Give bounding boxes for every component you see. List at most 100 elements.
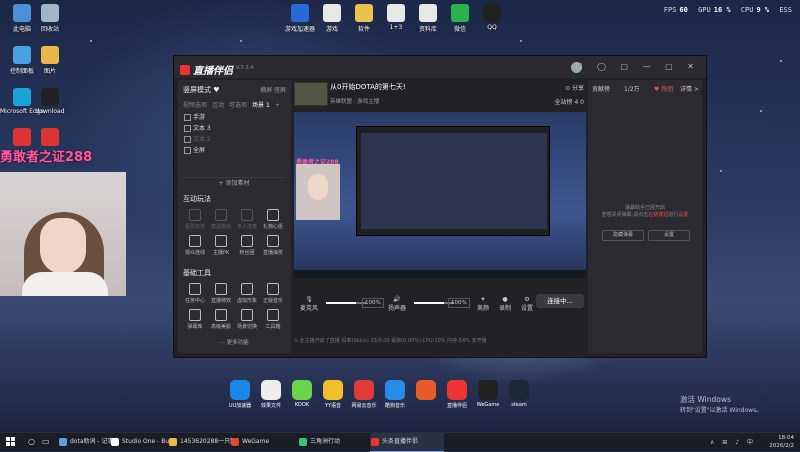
dock-item-4[interactable]: 网易云音乐 <box>349 380 379 409</box>
top-icon-6[interactable]: QQ <box>470 4 514 31</box>
scene-tab-0[interactable]: 视频选项 <box>183 102 207 109</box>
interactive-item-6[interactable]: 粉丝团 <box>234 232 260 258</box>
tool-item-3-icon <box>267 283 279 295</box>
speaker-label: 扬声器 <box>387 305 406 312</box>
logo-mark-icon <box>180 65 190 75</box>
desktop-icon-3[interactable]: 图片 <box>28 46 72 75</box>
tab-fans[interactable]: ♥ 粉团 <box>654 84 673 93</box>
dock-item-8[interactable]: WeGame <box>473 380 503 408</box>
interactive-item-5-icon <box>215 235 227 247</box>
stream-preview[interactable]: 勇敢者之证288 <box>294 112 586 278</box>
source-item[interactable]: 文本 3 <box>183 123 283 134</box>
top-icon-3-icon <box>387 4 405 22</box>
search-icon[interactable]: ○ <box>28 437 35 446</box>
start-live-button[interactable]: 连接中... <box>536 294 584 308</box>
star-1 <box>520 40 522 42</box>
tab-contribution[interactable]: 贡献榜 <box>592 84 610 93</box>
dock-item-0[interactable]: UU加速器 <box>225 380 255 409</box>
activate-subtitle: 转到"设置"以激活 Windows。 <box>680 407 763 414</box>
scene-tab-1[interactable]: 互动 <box>212 102 224 109</box>
dock-item-label: steam <box>511 402 527 408</box>
clock[interactable]: 18:04 2026/2/2 <box>769 434 794 450</box>
dock-item-3[interactable]: YY语音 <box>318 380 348 409</box>
taskbar-app-3[interactable]: WeGame <box>230 433 306 451</box>
taskbar-app-4[interactable]: 三角洲行动 <box>298 433 378 451</box>
source-item[interactable]: 文本 2 <box>183 134 283 145</box>
task-view-icon[interactable]: ▭ <box>42 437 50 446</box>
desktop-icon-1[interactable]: 回收站 <box>28 4 72 33</box>
top-icon-0-icon <box>291 4 309 22</box>
interactive-item-4[interactable]: 观众连线 <box>182 232 208 258</box>
system-tray-icons[interactable]: ∧ ⊞ ♪ 中 <box>710 437 756 446</box>
orientation-toggle[interactable]: 横屏 竖屏 <box>260 85 286 94</box>
tab-audience[interactable]: 1/2万 <box>624 84 640 93</box>
taskbar-app-2[interactable]: 1453620288一只解... <box>168 433 238 451</box>
tool-item-3[interactable]: 正版音乐 <box>260 280 286 306</box>
tool-item-5[interactable]: 高级美颜 <box>208 306 234 332</box>
taskbar-app-0[interactable]: dota助词 - 记事本 <box>58 433 118 451</box>
empty-link-2[interactable]: 设置 <box>678 212 688 218</box>
top-icon-1-icon <box>323 4 341 22</box>
tool-item-0[interactable]: 任务中心 <box>182 280 208 306</box>
share-button[interactable]: ⊙ 分享 <box>565 83 584 92</box>
stream-category[interactable]: 英雄联盟 · 游戏主播 <box>330 97 379 105</box>
interactive-item-7-icon <box>267 235 279 247</box>
tool-item-1[interactable]: 直播特效 <box>208 280 234 306</box>
dock-item-label: 网易云音乐 <box>351 403 377 409</box>
scene-tab-2[interactable]: 可选项 <box>229 102 247 109</box>
mic-slider[interactable] <box>326 302 366 304</box>
scene-tab-3[interactable]: 场景 1 <box>252 102 270 109</box>
source-list: 手游文本 3 文本 2 全屏 <box>183 112 283 156</box>
source-item[interactable]: 手游 <box>183 112 283 123</box>
empty-line-3: 进行 <box>668 212 679 218</box>
windows-start-icon[interactable] <box>6 437 16 447</box>
cpu-value: 9 % <box>756 6 770 14</box>
dock-item-9[interactable]: steam <box>504 380 534 408</box>
scene-tab-4[interactable]: + <box>275 102 280 109</box>
tool-item-label: 直播特效 <box>210 298 231 304</box>
mic-control[interactable]: 🎙 麦克风 <box>294 296 324 312</box>
dock-item-7[interactable]: 直播伴侣 <box>442 380 472 409</box>
status-bar: ⊙ 此主播开启了直播 码率(0kb/s) 15/0.00 丢帧(0.00%) C… <box>294 338 487 344</box>
interactive-item-0[interactable]: 投票玩法 <box>182 206 208 232</box>
dock-item-1[interactable]: 效果文件 <box>256 380 286 409</box>
stream-cover[interactable] <box>294 82 328 106</box>
details-link[interactable]: 详情 > <box>680 84 699 93</box>
add-source-button[interactable]: + 添加素材 <box>183 177 285 190</box>
taskbar-app-label: 三角洲行动 <box>310 438 341 445</box>
interactive-item-7[interactable]: 直播抽奖 <box>260 232 286 258</box>
more-functions-button[interactable]: ⋯ 更多功能 <box>183 338 285 346</box>
interactive-item-2[interactable]: 多人连麦 <box>234 206 260 232</box>
desktop-icon-5[interactable]: download <box>28 88 72 115</box>
dock-item-6[interactable] <box>411 380 441 402</box>
stream-title[interactable]: 从0开始DOTA的第七天! <box>330 82 406 92</box>
speaker-control[interactable]: 🔊 扬声器 <box>382 296 412 312</box>
dock-item-label: WeGame <box>476 402 500 408</box>
taskbar-app-5[interactable]: 头条直播伴侣 <box>370 433 444 452</box>
taskbar-app-1[interactable]: Studio One - Buc... <box>110 433 176 451</box>
empty-link-1[interactable]: 右侧按钮 <box>648 212 668 218</box>
tool-item-6[interactable]: 场景切换 <box>234 306 260 332</box>
interactive-title: 互动玩法 <box>183 195 211 203</box>
dock-item-label: KOOK <box>294 402 310 408</box>
desktop-icon-7[interactable] <box>28 128 72 148</box>
hide-danmaku-button[interactable]: 隐藏弹幕 <box>602 230 644 241</box>
interactive-item-2-icon <box>241 209 253 221</box>
interactive-item-6-icon <box>241 235 253 247</box>
danmaku-settings-button[interactable]: 设置 <box>648 230 690 241</box>
tool-item-7[interactable]: 工具箱 <box>260 306 286 332</box>
webcam-face <box>40 218 86 274</box>
source-item-label: 手游 <box>193 114 206 121</box>
interactive-item-1[interactable]: 模型挑战 <box>208 206 234 232</box>
cpu-label: CPU <box>740 6 754 14</box>
dock-item-2[interactable]: KOOK <box>287 380 317 408</box>
interactive-item-5[interactable]: 主播PK <box>208 232 234 258</box>
window-controls[interactable]: ☐ ◯ ▢ — ▢ ✕ <box>575 62 700 71</box>
tool-item-2[interactable]: 虚拟形象 <box>234 280 260 306</box>
mode-selector[interactable]: 竖屏模式 ♥ <box>183 85 220 95</box>
source-item[interactable]: 全屏 <box>183 145 283 156</box>
interactive-grid: 投票玩法 模型挑战 多人连麦 礼物心愿观众连线 主播PK 粉丝团 直播抽奖 <box>182 206 288 258</box>
tool-item-4[interactable]: 弹幕库 <box>182 306 208 332</box>
interactive-item-3[interactable]: 礼物心愿 <box>260 206 286 232</box>
dock-item-5[interactable]: 酷狗音乐 <box>380 380 410 409</box>
